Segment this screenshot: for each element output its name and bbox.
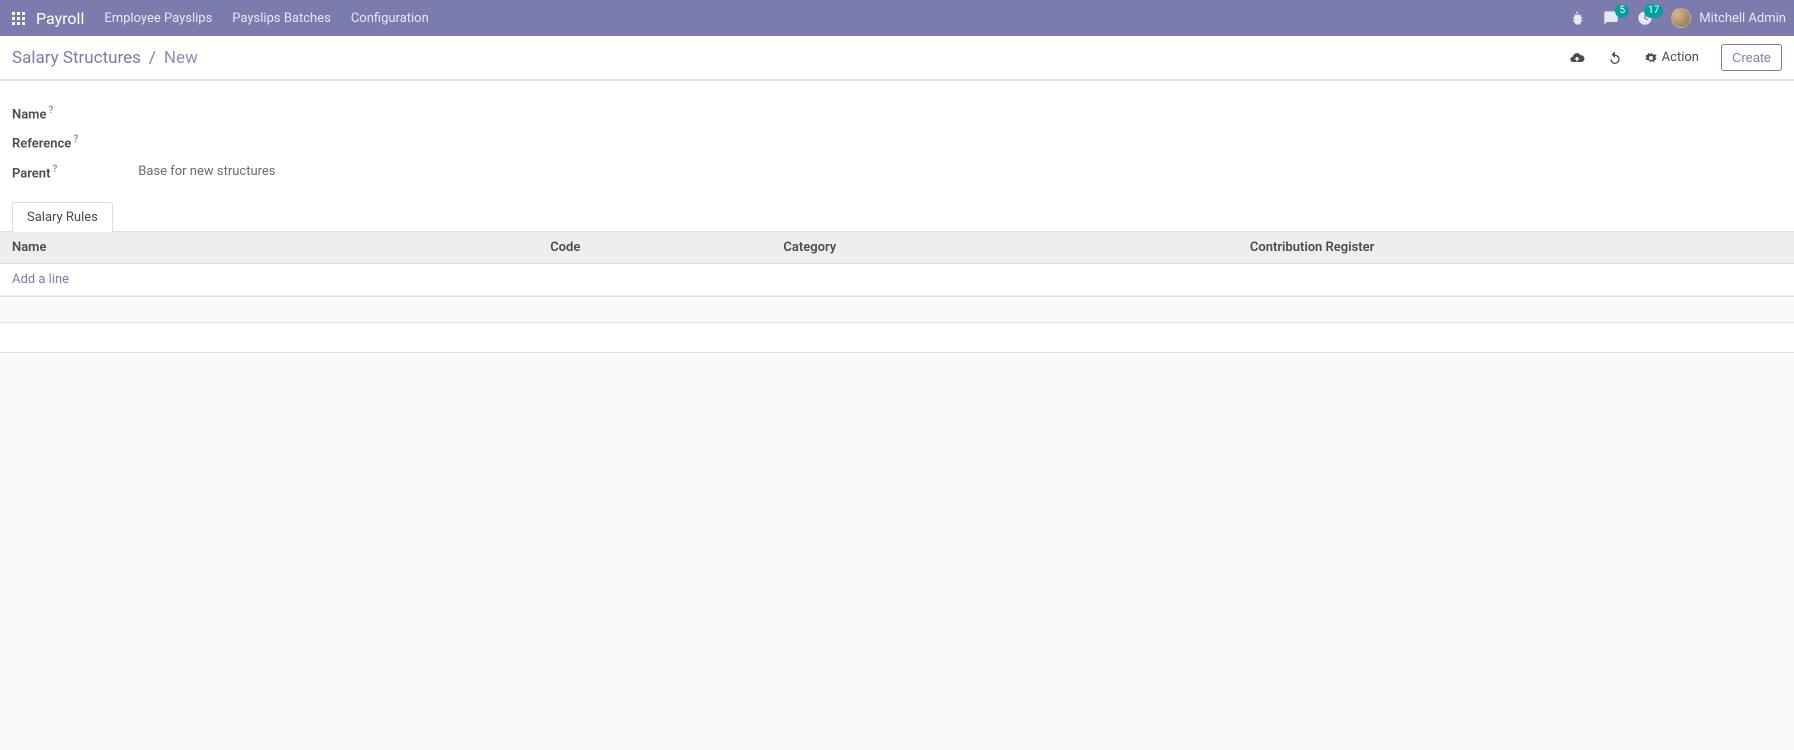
nav-links: Employee Payslips Payslips Batches Confi… [104,11,428,26]
help-icon[interactable]: ? [48,105,53,116]
tab-salary-rules[interactable]: Salary Rules [12,202,113,232]
col-category[interactable]: Category [771,231,1237,263]
salary-rules-table: Name Code Category Contribution Register… [0,231,1794,296]
help-icon[interactable]: ? [73,134,78,145]
action-label: Action [1662,50,1699,65]
discard-icon[interactable] [1607,50,1623,66]
top-nav: Payroll Employee Payslips Payslips Batch… [0,0,1794,36]
debug-icon[interactable] [1569,10,1585,26]
name-label: Name [12,107,46,122]
help-icon[interactable]: ? [52,164,57,175]
form-sheet: Name? Reference? Parent? Base for new st… [0,80,1794,297]
nav-right: 5 17 Mitchell Admin [1569,8,1786,28]
avatar-icon [1671,8,1691,28]
app-title: Payroll [36,9,84,28]
reference-label: Reference [12,137,71,152]
create-button[interactable]: Create [1721,44,1782,71]
messages-badge: 5 [1615,4,1629,18]
form-fields: Name? Reference? Parent? Base for new st… [12,99,276,187]
col-name[interactable]: Name [0,231,538,263]
breadcrumb-current: New [164,48,198,68]
activities-badge: 17 [1644,4,1663,18]
action-dropdown[interactable]: Action [1645,50,1699,65]
control-panel-right: Action Create [1569,44,1782,71]
gear-icon [1645,52,1657,64]
breadcrumbs: Salary Structures / New [12,48,198,68]
activities-icon[interactable]: 17 [1637,10,1653,26]
table-row: Add a line [0,263,1794,295]
sheet-gap [0,297,1794,323]
nav-link-employee-payslips[interactable]: Employee Payslips [104,11,212,26]
parent-label: Parent [12,166,50,181]
nav-link-payslips-batches[interactable]: Payslips Batches [232,11,331,26]
messages-icon[interactable]: 5 [1603,10,1619,26]
nav-link-configuration[interactable]: Configuration [351,11,429,26]
add-a-line[interactable]: Add a line [12,272,69,287]
user-menu[interactable]: Mitchell Admin [1671,8,1786,28]
chatter-bar [0,323,1794,353]
parent-field[interactable]: Base for new structures [138,164,275,179]
cloud-save-icon[interactable] [1569,50,1585,66]
col-contribution-register[interactable]: Contribution Register [1238,231,1794,263]
apps-icon[interactable] [8,8,28,28]
username: Mitchell Admin [1699,11,1786,26]
control-panel: Salary Structures / New Action Create [0,36,1794,80]
breadcrumb-root[interactable]: Salary Structures [12,48,141,68]
tabs: Salary Rules Name Code Category Contribu… [12,201,1782,296]
breadcrumb-separator: / [149,48,156,68]
col-code[interactable]: Code [538,231,771,263]
